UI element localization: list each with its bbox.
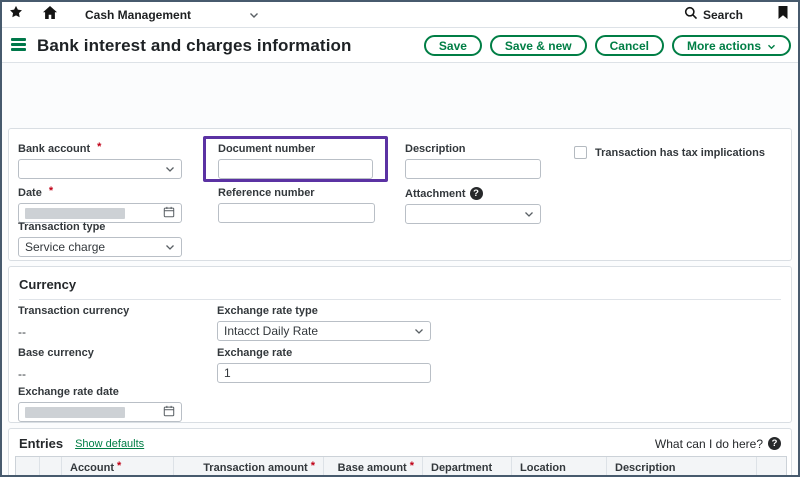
tax-implications-label: Transaction has tax implications [595, 147, 765, 159]
show-defaults-link[interactable]: Show defaults [75, 438, 144, 450]
main-content: Bank account* Document number Descriptio… [2, 63, 798, 475]
document-number-label: Document number [218, 143, 375, 155]
calendar-icon[interactable] [163, 206, 175, 221]
global-search[interactable]: Search [684, 6, 743, 23]
attachment-label: Attachment ? [405, 187, 543, 200]
chevron-down-icon[interactable] [249, 6, 259, 24]
cancel-button[interactable]: Cancel [595, 35, 664, 56]
exchange-rate-date-input[interactable] [18, 402, 182, 422]
transaction-details-panel: Bank account* Document number Descriptio… [8, 128, 792, 261]
department-column-header: Department [423, 457, 512, 477]
bank-account-label: Bank account* [18, 143, 183, 155]
description-input[interactable] [405, 159, 541, 179]
more-actions-label: More actions [687, 39, 761, 53]
transaction-amount-column-header: Transaction amount* [174, 457, 324, 477]
base-amount-column-header: Base amount* [324, 457, 423, 477]
chevron-down-icon [524, 207, 534, 221]
attachment-select[interactable] [405, 204, 541, 224]
search-label: Search [703, 8, 743, 22]
account-column-header: Account* [62, 457, 174, 477]
list-menu-icon[interactable] [11, 38, 26, 53]
document-number-input[interactable] [218, 159, 373, 179]
date-input[interactable] [18, 203, 182, 223]
favorite-star-icon[interactable] [9, 5, 23, 24]
search-icon [684, 6, 698, 23]
save-and-new-button[interactable]: Save & new [490, 35, 587, 56]
calendar-icon[interactable] [163, 405, 175, 420]
save-button[interactable]: Save [424, 35, 482, 56]
base-currency-label: Base currency [18, 347, 94, 359]
bookmark-icon[interactable] [777, 5, 789, 25]
date-label: Date* [18, 187, 183, 199]
entries-panel: Entries Show defaults What can I do here… [8, 428, 792, 477]
required-marker: * [49, 185, 53, 197]
currency-section-title: Currency [19, 277, 781, 300]
bank-account-select[interactable] [18, 159, 182, 179]
transaction-type-select[interactable]: Service charge [18, 237, 182, 257]
page-title: Bank interest and charges information [37, 36, 352, 56]
top-navigation-bar: Cash Management Search [2, 2, 798, 28]
drag-column-header [16, 457, 40, 477]
entries-table: Account* Transaction amount* Base amount… [15, 456, 787, 477]
redacted-value [25, 208, 125, 219]
base-currency-value: -- [18, 367, 94, 381]
chevron-down-icon [165, 162, 175, 176]
help-icon: ? [768, 437, 781, 450]
chevron-down-icon [414, 324, 424, 338]
redacted-value [25, 407, 125, 418]
page-header: Bank interest and charges information Sa… [2, 29, 798, 63]
transaction-type-value: Service charge [25, 240, 105, 254]
location-column-header: Location [512, 457, 607, 477]
exchange-rate-date-label: Exchange rate date [18, 386, 183, 398]
app-window: Cash Management Search Bank interest and… [0, 0, 800, 477]
description-label: Description [405, 143, 543, 155]
chevron-down-icon [767, 39, 776, 53]
chevron-down-icon [165, 240, 175, 254]
home-icon[interactable] [42, 5, 58, 25]
description-column-header: Description [607, 457, 757, 477]
exchange-rate-label: Exchange rate [217, 347, 433, 359]
transaction-currency-value: -- [18, 325, 129, 339]
help-icon[interactable]: ? [470, 187, 483, 200]
help-link-label: What can I do here? [655, 437, 763, 451]
currency-panel: Currency Transaction currency -- Exchang… [8, 266, 792, 423]
entries-table-header-row: Account* Transaction amount* Base amount… [16, 457, 786, 477]
required-marker: * [97, 141, 101, 153]
transaction-type-label: Transaction type [18, 221, 183, 233]
reference-number-input[interactable] [218, 203, 375, 223]
row-number-column-header [40, 457, 62, 477]
exchange-rate-type-label: Exchange rate type [217, 305, 433, 317]
reference-number-label: Reference number [218, 187, 377, 199]
what-can-i-do-here-link[interactable]: What can I do here? ? [655, 437, 781, 451]
exchange-rate-input[interactable] [217, 363, 431, 383]
tax-implications-checkbox[interactable] [574, 146, 587, 159]
exchange-rate-type-select[interactable]: Intacct Daily Rate [217, 321, 431, 341]
transaction-currency-label: Transaction currency [18, 305, 129, 317]
exchange-rate-type-value: Intacct Daily Rate [224, 324, 318, 338]
module-selector[interactable]: Cash Management [85, 8, 191, 22]
more-actions-button[interactable]: More actions [672, 35, 791, 56]
add-column-header [757, 457, 788, 477]
entries-section-title: Entries [19, 436, 63, 451]
